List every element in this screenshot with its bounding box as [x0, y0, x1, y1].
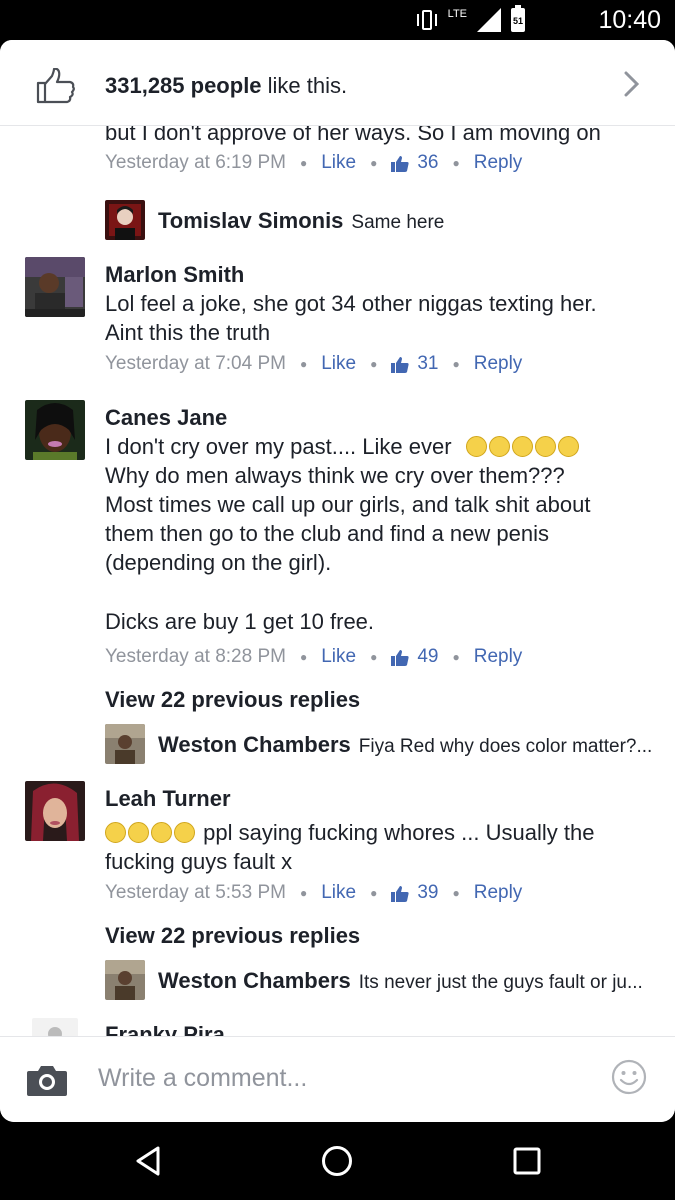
comment-author[interactable]: Canes Jane	[105, 405, 227, 431]
chevron-right-icon[interactable]	[623, 70, 641, 98]
view-previous-replies[interactable]: View 22 previous replies	[105, 923, 360, 949]
comment-text-line: them then go to the club and find a new …	[105, 521, 549, 546]
avatar[interactable]	[25, 257, 85, 317]
avatar[interactable]	[105, 724, 145, 764]
system-navigation-bar	[0, 1122, 675, 1200]
comment-meta: Yesterday at 7:04 PM ● Like ● 31 ● Reply	[105, 353, 523, 375]
vibrate-icon	[416, 8, 438, 32]
reply-link[interactable]: Reply	[474, 646, 523, 668]
comment-time: Yesterday at 5:53 PM	[105, 882, 286, 903]
avatar[interactable]	[105, 960, 145, 1000]
reply-author[interactable]: Weston Chambers	[158, 968, 351, 994]
back-icon[interactable]	[132, 1144, 166, 1178]
comments-sheet: but I don't approve of her ways. So I am…	[0, 40, 675, 1122]
comment-meta: Yesterday at 8:28 PM ● Like ● 49 ● Reply	[105, 646, 523, 668]
like-count-icon	[391, 357, 409, 373]
reply-preview[interactable]: Weston Chambers Its never just the guys …	[158, 968, 643, 994]
network-type: LTE	[447, 8, 467, 20]
comment-text-line: Most times we call up our girls, and tal…	[105, 492, 591, 517]
like-link[interactable]: Like	[321, 353, 356, 375]
comment-author[interactable]: Leah Turner	[105, 786, 231, 812]
reply-preview[interactable]: Tomislav Simonis Same here	[158, 208, 444, 234]
like-count-icon	[391, 886, 409, 902]
unamused-face-icon	[488, 436, 510, 457]
like-count[interactable]: 39	[417, 882, 438, 904]
unamused-emoji-row	[465, 434, 581, 459]
like-count[interactable]: 49	[417, 646, 438, 668]
laughing-emoji-row	[105, 820, 203, 845]
likes-summary-text[interactable]: 331,285 people like this.	[105, 73, 347, 99]
comment-composer: Write a comment...	[0, 1036, 675, 1122]
comment-meta: Yesterday at 6:19 PM ● Like ● 36 ● Reply	[105, 152, 523, 174]
comment-meta: Yesterday at 5:53 PM ● Like ● 39 ● Reply	[105, 882, 523, 904]
unamused-face-icon	[557, 436, 579, 457]
comment-time: Yesterday at 7:04 PM	[105, 353, 286, 374]
comment-time: Yesterday at 6:19 PM	[105, 152, 286, 173]
avatar[interactable]	[25, 400, 85, 460]
reply-text: Its never just the guys fault or ju...	[358, 972, 643, 993]
comment-time: Yesterday at 8:28 PM	[105, 646, 286, 667]
like-link[interactable]: Like	[321, 882, 356, 904]
reply-link[interactable]: Reply	[474, 882, 523, 904]
reply-link[interactable]: Reply	[474, 353, 523, 375]
comment-text-line: (depending on the girl).	[105, 550, 332, 575]
thumbs-up-icon	[36, 68, 75, 104]
reply-text: Fiya Red why does color matter?...	[358, 736, 653, 757]
like-link[interactable]: Like	[321, 152, 356, 174]
comment-text-line: Aint this the truth	[105, 320, 271, 345]
smiley-icon[interactable]	[611, 1059, 647, 1095]
home-icon[interactable]	[320, 1144, 354, 1178]
unamused-face-icon	[465, 436, 487, 457]
comments-feed[interactable]: but I don't approve of her ways. So I am…	[0, 40, 675, 1040]
clock: 10:40	[598, 6, 661, 34]
comment-author[interactable]: Marlon Smith	[105, 262, 244, 288]
like-count[interactable]: 31	[417, 353, 438, 375]
reply-author[interactable]: Weston Chambers	[158, 732, 351, 758]
like-link[interactable]: Like	[321, 646, 356, 668]
reply-link[interactable]: Reply	[474, 152, 523, 174]
avatar[interactable]	[105, 200, 145, 240]
camera-icon[interactable]	[26, 1063, 68, 1097]
comment-text-line: I don't cry over my past.... Like ever	[105, 432, 581, 461]
unamused-face-icon	[511, 436, 533, 457]
like-count-icon	[391, 156, 409, 172]
likes-summary-bar[interactable]: 331,285 people like this.	[0, 40, 675, 126]
reply-text: Same here	[351, 212, 445, 233]
comment-text-line: Why do men always think we cry over them…	[105, 463, 565, 488]
tears-of-joy-icon	[151, 822, 172, 843]
reply-author[interactable]: Tomislav Simonis	[158, 208, 343, 234]
comment-text-line: Dicks are buy 1 get 10 free.	[105, 609, 375, 634]
comment-text-line: ppl saying fucking whores ... Usually th…	[105, 818, 594, 847]
comment-text-line: Lol feel a joke, she got 34 other niggas…	[105, 291, 597, 316]
tears-of-joy-icon	[128, 822, 149, 843]
tears-of-joy-icon	[105, 822, 126, 843]
like-count[interactable]: 36	[417, 152, 438, 174]
comment-input[interactable]: Write a comment...	[98, 1064, 307, 1093]
like-count-icon	[391, 650, 409, 666]
avatar[interactable]	[25, 781, 85, 841]
status-icons: LTE 51	[416, 5, 525, 32]
comment-text-line: fucking guys fault x	[105, 849, 293, 874]
battery-icon: 51	[511, 5, 525, 32]
signal-icon	[477, 8, 501, 32]
unamused-face-icon	[534, 436, 556, 457]
recents-icon[interactable]	[510, 1144, 544, 1178]
view-previous-replies[interactable]: View 22 previous replies	[105, 687, 360, 713]
status-bar: LTE 51 10:40	[0, 0, 675, 40]
tears-of-joy-icon	[174, 822, 195, 843]
reply-preview[interactable]: Weston Chambers Fiya Red why does color …	[158, 732, 652, 758]
